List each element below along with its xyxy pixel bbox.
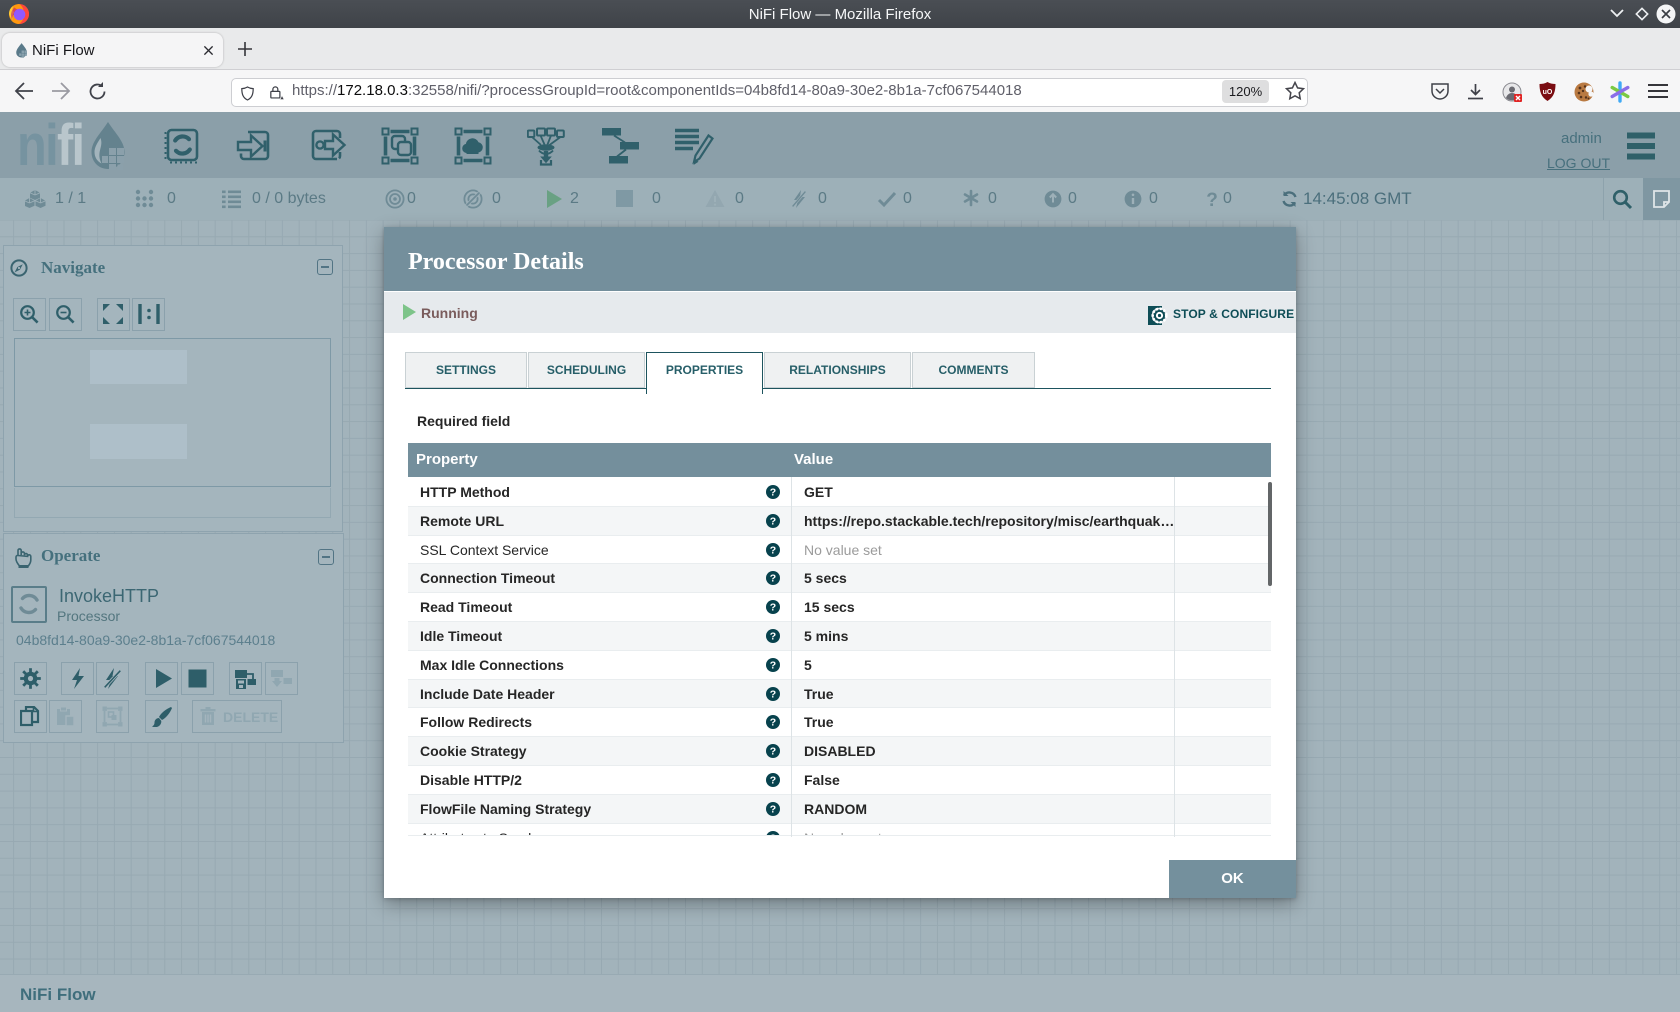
svg-text:?: ? <box>770 688 776 700</box>
svg-text:uO: uO <box>1543 89 1553 96</box>
svg-text:?: ? <box>770 659 776 671</box>
svg-text:?: ? <box>770 515 776 527</box>
svg-text:?: ? <box>770 487 776 499</box>
svg-text:?: ? <box>770 832 776 835</box>
svg-text:?: ? <box>770 631 776 643</box>
svg-text:?: ? <box>770 573 776 585</box>
svg-text:?: ? <box>770 544 776 556</box>
svg-text:?: ? <box>1206 190 1218 209</box>
svg-text:?: ? <box>770 746 776 758</box>
svg-text:?: ? <box>770 775 776 787</box>
svg-text:?: ? <box>770 803 776 815</box>
svg-text:?: ? <box>770 602 776 614</box>
svg-text:?: ? <box>770 717 776 729</box>
